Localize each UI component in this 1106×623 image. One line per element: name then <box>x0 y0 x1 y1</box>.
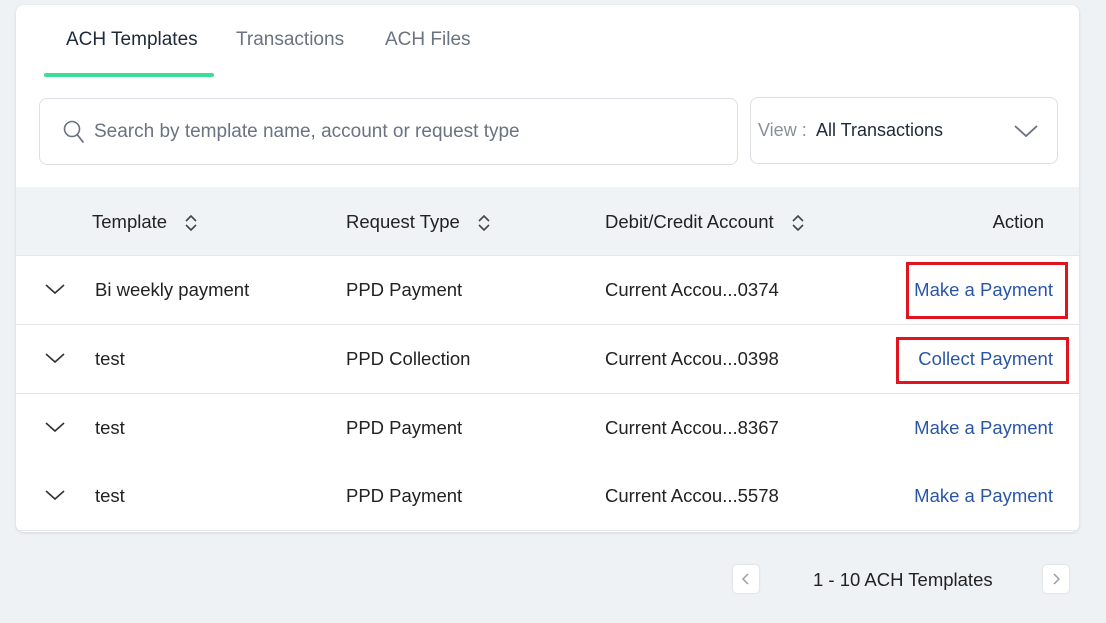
pagination-text: 1 - 10 ACH Templates <box>813 569 993 590</box>
column-header-label: Debit/Credit Account <box>605 211 774 232</box>
account: Current Accou...0398 <box>605 348 779 369</box>
column-header-account[interactable]: Debit/Credit Account <box>605 211 805 233</box>
collect-payment-link[interactable]: Collect Payment <box>918 348 1053 370</box>
view-filter-value: All Transactions <box>816 120 944 140</box>
active-tab-indicator <box>44 73 214 77</box>
table-row: test PPD Payment Current Accou...5578 Ma… <box>16 462 1079 531</box>
account: Current Accou...8367 <box>605 417 779 438</box>
ach-templates-card: ACH Templates Transactions ACH Files Vie… <box>16 5 1079 532</box>
column-header-template[interactable]: Template <box>92 211 198 233</box>
tab-ach-files[interactable]: ACH Files <box>385 29 471 81</box>
request-type: PPD Payment <box>346 417 463 438</box>
sort-icon[interactable] <box>184 215 198 232</box>
make-payment-link[interactable]: Make a Payment <box>914 417 1053 439</box>
tab-transactions[interactable]: Transactions <box>236 29 344 81</box>
column-header-request-type[interactable]: Request Type <box>346 211 491 233</box>
template-name: test <box>95 417 125 438</box>
table-header: Template Request Type Debit/Credit Accou… <box>16 187 1079 256</box>
column-header-action: Action <box>992 211 1044 232</box>
chevron-down-icon[interactable] <box>44 488 66 502</box>
chevron-down-icon[interactable] <box>44 420 66 434</box>
template-name: test <box>95 485 125 506</box>
previous-page-button[interactable] <box>733 565 759 593</box>
account: Current Accou...0374 <box>605 279 779 300</box>
next-page-button[interactable] <box>1043 565 1069 593</box>
request-type: PPD Payment <box>346 279 463 300</box>
column-header-label: Request Type <box>346 211 460 232</box>
chevron-down-icon[interactable] <box>44 351 66 365</box>
table-row: test PPD Collection Current Accou...0398… <box>16 325 1079 394</box>
account: Current Accou...5578 <box>605 485 779 506</box>
view-filter-label: View : <box>758 120 807 140</box>
make-payment-link[interactable]: Make a Payment <box>914 279 1053 301</box>
search-box[interactable] <box>39 98 738 165</box>
request-type: PPD Collection <box>346 348 471 369</box>
table-row: test PPD Payment Current Accou...8367 Ma… <box>16 394 1079 463</box>
chevron-right-icon <box>1053 573 1061 585</box>
search-input[interactable] <box>94 113 724 151</box>
request-type: PPD Payment <box>346 485 463 506</box>
search-icon <box>63 120 84 143</box>
column-header-label: Template <box>92 211 168 232</box>
chevron-left-icon <box>741 573 749 585</box>
view-filter-dropdown[interactable]: View : All Transactions <box>750 97 1058 164</box>
sort-icon[interactable] <box>791 215 805 232</box>
table-row: Bi weekly payment PPD Payment Current Ac… <box>16 256 1079 325</box>
chevron-down-icon[interactable] <box>44 282 66 296</box>
template-name: test <box>95 348 125 369</box>
make-payment-link[interactable]: Make a Payment <box>914 485 1053 507</box>
chevron-down-icon <box>1014 125 1038 138</box>
tab-bar: ACH Templates Transactions ACH Files <box>16 5 1079 81</box>
sort-icon[interactable] <box>477 215 491 232</box>
template-name: Bi weekly payment <box>95 279 250 300</box>
